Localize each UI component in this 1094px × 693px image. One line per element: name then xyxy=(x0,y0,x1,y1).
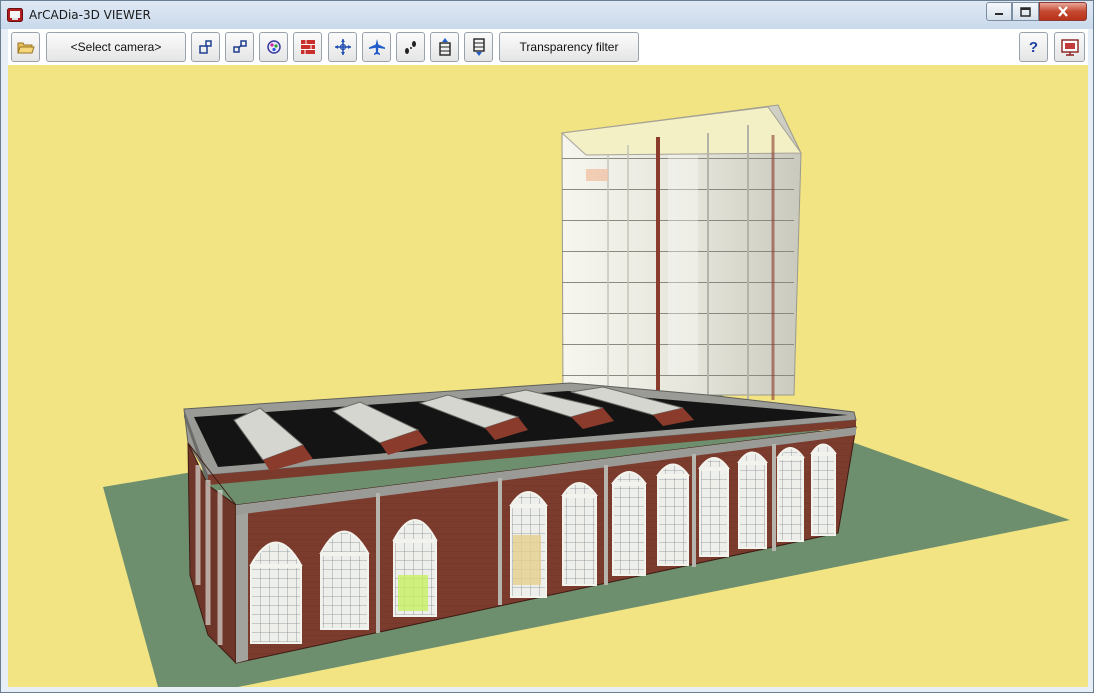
level-down-button[interactable] xyxy=(464,32,493,62)
walk-mode-button[interactable] xyxy=(396,32,425,62)
title-bar[interactable]: ArCADia-3D VIEWER xyxy=(1,1,1093,29)
orbit-button[interactable] xyxy=(328,32,357,62)
zoom-extents-icon xyxy=(198,40,212,54)
app-icon xyxy=(7,8,23,22)
zoom-window-button[interactable] xyxy=(225,32,254,62)
exit-viewer-button[interactable] xyxy=(1054,32,1085,62)
select-camera-button[interactable]: <Select camera> xyxy=(46,32,186,62)
tower-building xyxy=(560,104,802,400)
close-icon xyxy=(1058,6,1068,17)
zoom-window-icon xyxy=(232,40,247,53)
brick-wall-icon xyxy=(300,40,315,54)
window-title: ArCADia-3D VIEWER xyxy=(29,8,151,22)
open-file-button[interactable] xyxy=(11,32,40,62)
app-window: ArCADia-3D VIEWER <Select camera> Transp… xyxy=(0,0,1094,693)
building-up-icon xyxy=(438,38,451,56)
texture-button[interactable] xyxy=(293,32,322,62)
maximize-button[interactable] xyxy=(1012,2,1039,21)
exit-viewer-icon xyxy=(1060,38,1079,56)
3d-scene xyxy=(103,104,1070,687)
zoom-extents-button[interactable] xyxy=(191,32,220,62)
orbit-icon xyxy=(334,39,351,55)
minimize-icon xyxy=(995,12,1003,15)
fly-mode-button[interactable] xyxy=(362,32,391,62)
level-up-button[interactable] xyxy=(430,32,459,62)
color-settings-button[interactable] xyxy=(259,32,288,62)
toolbar: <Select camera> Transparency filter ? xyxy=(8,29,1088,65)
footsteps-icon xyxy=(404,41,416,54)
airplane-icon xyxy=(368,39,385,55)
folder-open-icon xyxy=(16,42,35,53)
transparency-filter-button[interactable]: Transparency filter xyxy=(499,32,639,62)
close-button[interactable] xyxy=(1039,2,1087,21)
maximize-icon xyxy=(1020,6,1031,17)
3d-viewport[interactable] xyxy=(8,65,1088,687)
color-palette-icon xyxy=(266,40,281,54)
building-down-icon xyxy=(472,38,485,56)
help-button[interactable]: ? xyxy=(1019,32,1048,62)
minimize-button[interactable] xyxy=(986,2,1012,21)
